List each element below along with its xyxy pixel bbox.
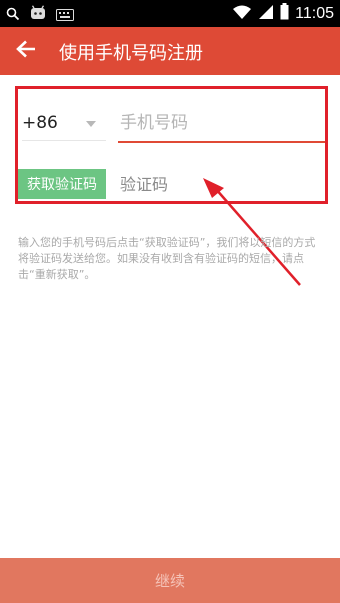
country-code-selector[interactable]: +86 [22,105,106,141]
get-verification-code-button[interactable]: 获取验证码 [18,169,106,199]
signal-icon [258,4,274,24]
status-time: 11:05 [295,4,334,22]
country-code-underline [22,140,106,141]
back-button[interactable] [12,37,40,65]
verification-code-input[interactable] [118,167,326,201]
page-title: 使用手机号码注册 [59,43,203,64]
continue-button[interactable]: 继续 [0,558,340,603]
search-icon [6,6,20,25]
keyboard-icon [56,6,74,25]
dropdown-caret-icon [86,121,96,127]
arrow-left-icon [16,40,36,62]
battery-icon [280,3,289,24]
country-code-value: +86 [22,113,58,133]
status-bar: 11:05 [0,0,340,27]
status-right-icons: 11:05 [232,3,334,24]
status-left-icons [6,5,74,25]
wifi-icon [232,4,252,24]
registration-form: +86 获取验证码 [0,75,340,215]
app-bar: 使用手机号码注册 [0,27,340,75]
instruction-text: 输入您的手机号码后点击“获取验证码”，我们将以短信的方式将验证码发送给您。如果没… [18,236,316,281]
app-notification-icon [30,5,46,25]
phone-number-input[interactable] [118,105,326,143]
